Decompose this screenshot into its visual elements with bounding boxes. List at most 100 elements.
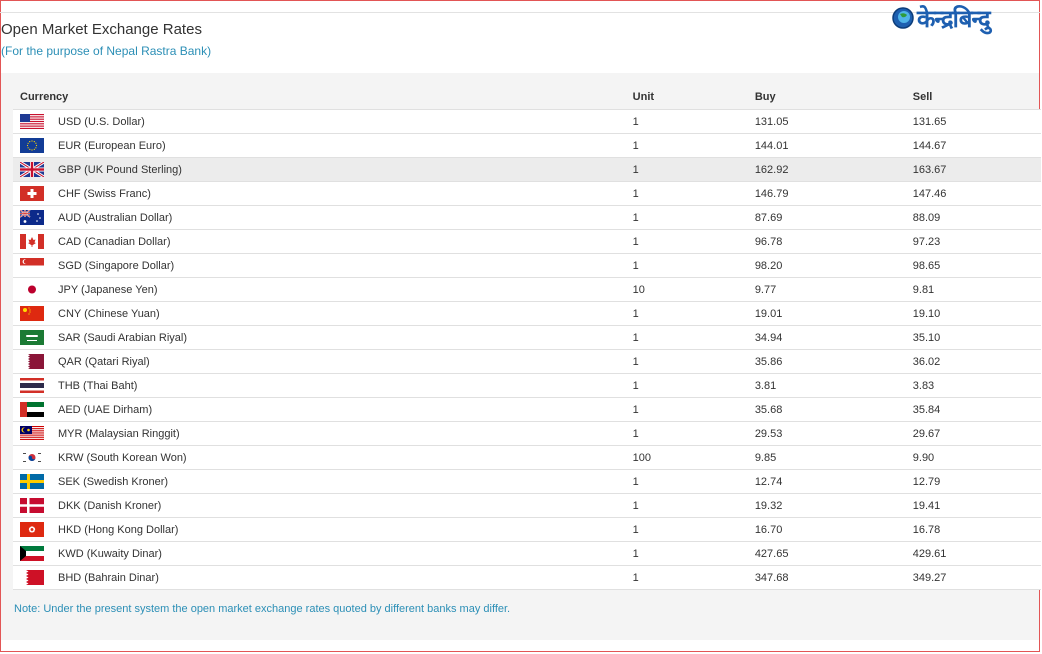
table-row[interactable]: JPY (Japanese Yen) 10 9.77 9.81	[13, 277, 1041, 302]
currency-cell: EUR (European Euro)	[13, 133, 633, 158]
ch-flag-icon	[20, 186, 44, 201]
page-subtitle: (For the purpose of Nepal Rastra Bank)	[1, 44, 212, 58]
table-row[interactable]: USD (U.S. Dollar) 1 131.05 131.65	[13, 109, 1041, 134]
sell-rate-cell: 147.46	[912, 181, 1041, 206]
table-row[interactable]: QAR (Qatari Riyal) 1 35.86 36.02	[13, 349, 1041, 374]
header-sell[interactable]: Sell	[912, 84, 1041, 110]
rates-panel: Currency Unit Buy Sell USD (U.S. Dollar)…	[1, 73, 1041, 640]
currency-name: USD (U.S. Dollar)	[58, 115, 145, 128]
se-flag-icon	[20, 474, 44, 489]
table-row[interactable]: KRW (South Korean Won) 100 9.85 9.90	[13, 445, 1041, 470]
sell-rate-cell: 35.84	[912, 397, 1041, 422]
buy-rate-cell: 96.78	[754, 229, 913, 254]
currency-cell: KRW (South Korean Won)	[13, 445, 633, 470]
unit-cell: 1	[632, 469, 755, 494]
table-row[interactable]: CAD (Canadian Dollar) 1 96.78 97.23	[13, 229, 1041, 254]
top-divider	[0, 12, 1040, 13]
th-flag-icon	[20, 378, 44, 393]
currency-name: CNY (Chinese Yuan)	[58, 307, 160, 320]
buy-rate-cell: 162.92	[754, 157, 913, 182]
currency-name: THB (Thai Baht)	[58, 379, 138, 392]
unit-cell: 1	[632, 133, 755, 158]
currency-name: SEK (Swedish Kroner)	[58, 475, 169, 488]
jp-flag-icon	[20, 282, 44, 297]
currency-name: JPY (Japanese Yen)	[58, 283, 158, 296]
sa-flag-icon	[20, 330, 44, 345]
my-flag-icon	[20, 426, 44, 441]
bh-flag-icon	[20, 570, 44, 585]
sell-rate-cell: 349.27	[912, 565, 1041, 590]
ca-flag-icon	[20, 234, 44, 249]
table-row[interactable]: MYR (Malaysian Ringgit) 1 29.53 29.67	[13, 421, 1041, 446]
buy-rate-cell: 35.86	[754, 349, 913, 374]
currency-cell: CHF (Swiss Franc)	[13, 181, 633, 206]
currency-cell: DKK (Danish Kroner)	[13, 493, 633, 518]
currency-cell: MYR (Malaysian Ringgit)	[13, 421, 633, 446]
header-buy[interactable]: Buy	[754, 84, 913, 110]
unit-cell: 1	[632, 109, 755, 134]
buy-rate-cell: 29.53	[754, 421, 913, 446]
unit-cell: 1	[632, 253, 755, 278]
kr-flag-icon	[20, 450, 44, 465]
table-row[interactable]: CHF (Swiss Franc) 1 146.79 147.46	[13, 181, 1041, 206]
unit-cell: 1	[632, 181, 755, 206]
sell-rate-cell: 131.65	[912, 109, 1041, 134]
currency-cell: USD (U.S. Dollar)	[13, 109, 633, 134]
currency-cell: HKD (Hong Kong Dollar)	[13, 517, 633, 542]
table-row[interactable]: CNY (Chinese Yuan) 1 19.01 19.10	[13, 301, 1041, 326]
unit-cell: 1	[632, 205, 755, 230]
buy-rate-cell: 144.01	[754, 133, 913, 158]
table-row[interactable]: HKD (Hong Kong Dollar) 1 16.70 16.78	[13, 517, 1041, 542]
header-unit[interactable]: Unit	[632, 84, 755, 110]
currency-cell: THB (Thai Baht)	[13, 373, 633, 398]
buy-rate-cell: 19.01	[754, 301, 913, 326]
unit-cell: 1	[632, 373, 755, 398]
cn-flag-icon	[20, 306, 44, 321]
currency-cell: QAR (Qatari Riyal)	[13, 349, 633, 374]
sell-rate-cell: 88.09	[912, 205, 1041, 230]
table-row[interactable]: THB (Thai Baht) 1 3.81 3.83	[13, 373, 1041, 398]
unit-cell: 1	[632, 541, 755, 566]
table-row[interactable]: SGD (Singapore Dollar) 1 98.20 98.65	[13, 253, 1041, 278]
unit-cell: 10	[632, 277, 755, 302]
currency-cell: CNY (Chinese Yuan)	[13, 301, 633, 326]
table-row[interactable]: AED (UAE Dirham) 1 35.68 35.84	[13, 397, 1041, 422]
currency-name: AED (UAE Dirham)	[58, 403, 153, 416]
table-row[interactable]: BHD (Bahrain Dinar) 1 347.68 349.27	[13, 565, 1041, 590]
hk-flag-icon	[20, 522, 44, 537]
buy-rate-cell: 347.68	[754, 565, 913, 590]
sell-rate-cell: 9.90	[912, 445, 1041, 470]
sell-rate-cell: 19.10	[912, 301, 1041, 326]
table-row[interactable]: GBP (UK Pound Sterling) 1 162.92 163.67	[13, 157, 1041, 182]
buy-rate-cell: 146.79	[754, 181, 913, 206]
currency-cell: SAR (Saudi Arabian Riyal)	[13, 325, 633, 350]
currency-cell: JPY (Japanese Yen)	[13, 277, 633, 302]
dk-flag-icon	[20, 498, 44, 513]
table-row[interactable]: SEK (Swedish Kroner) 1 12.74 12.79	[13, 469, 1041, 494]
currency-name: CHF (Swiss Franc)	[58, 187, 151, 200]
sell-rate-cell: 9.81	[912, 277, 1041, 302]
buy-rate-cell: 34.94	[754, 325, 913, 350]
buy-rate-cell: 427.65	[754, 541, 913, 566]
table-row[interactable]: KWD (Kuwaity Dinar) 1 427.65 429.61	[13, 541, 1041, 566]
table-row[interactable]: EUR (European Euro) 1 144.01 144.67	[13, 133, 1041, 158]
currency-cell: KWD (Kuwaity Dinar)	[13, 541, 633, 566]
currency-name: SAR (Saudi Arabian Riyal)	[58, 331, 188, 344]
kw-flag-icon	[20, 546, 44, 561]
table-row[interactable]: DKK (Danish Kroner) 1 19.32 19.41	[13, 493, 1041, 518]
buy-rate-cell: 19.32	[754, 493, 913, 518]
unit-cell: 100	[632, 445, 755, 470]
currency-cell: SGD (Singapore Dollar)	[13, 253, 633, 278]
currency-name: SGD (Singapore Dollar)	[58, 259, 175, 272]
currency-name: CAD (Canadian Dollar)	[58, 235, 171, 248]
currency-name: QAR (Qatari Riyal)	[58, 355, 150, 368]
table-row[interactable]: SAR (Saudi Arabian Riyal) 1 34.94 35.10	[13, 325, 1041, 350]
buy-rate-cell: 98.20	[754, 253, 913, 278]
unit-cell: 1	[632, 421, 755, 446]
site-logo[interactable]: केन्द्रबिन्दु	[891, 2, 1039, 34]
buy-rate-cell: 9.77	[754, 277, 913, 302]
sell-rate-cell: 35.10	[912, 325, 1041, 350]
unit-cell: 1	[632, 349, 755, 374]
table-row[interactable]: AUD (Australian Dollar) 1 87.69 88.09	[13, 205, 1041, 230]
header-currency[interactable]: Currency	[13, 84, 633, 110]
